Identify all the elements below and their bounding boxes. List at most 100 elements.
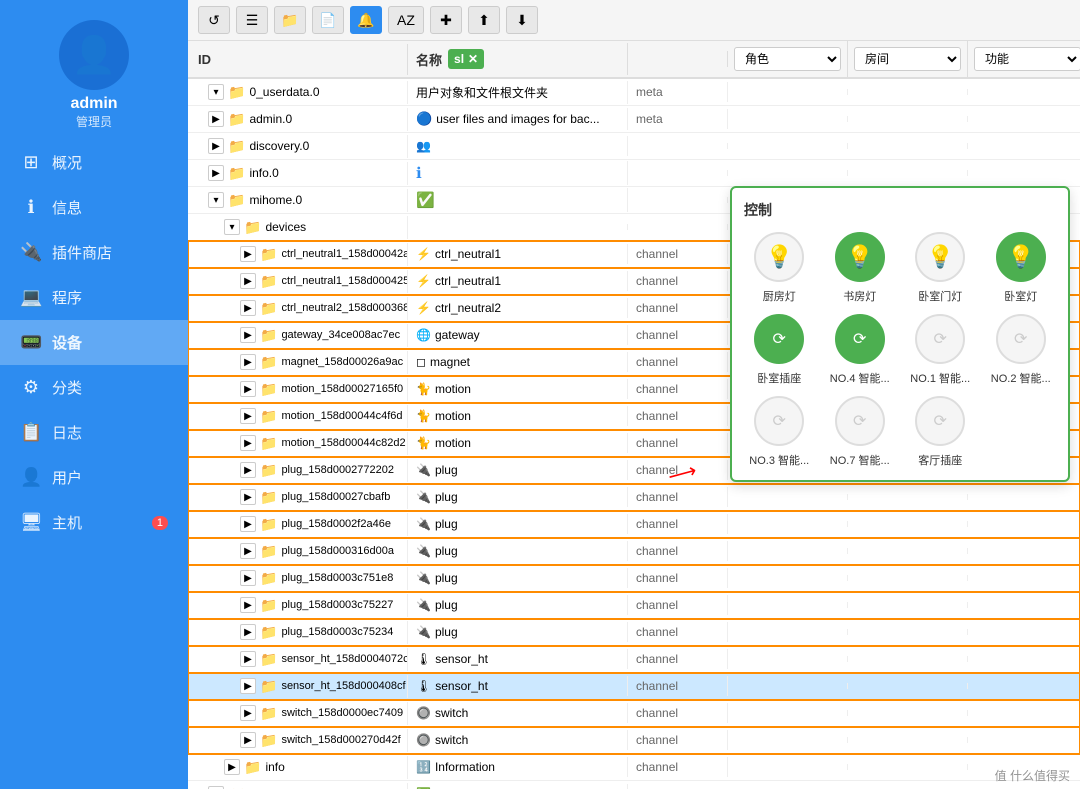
room-filter[interactable]: 房间: [854, 47, 961, 71]
plug-button-2[interactable]: ⟳: [835, 314, 885, 364]
control-item-plug7[interactable]: ⟳ 客厅插座: [905, 396, 976, 468]
expand-button[interactable]: ▶: [240, 516, 256, 532]
plug-button-3[interactable]: ⟳: [915, 314, 965, 364]
plug-button-5[interactable]: ⟳: [754, 396, 804, 446]
cell-id: ▶ 📁 magnet_158d00026a9ac: [188, 351, 408, 374]
expand-button[interactable]: ▶: [208, 165, 224, 181]
sidebar-item-categories[interactable]: ⚙ 分类: [0, 365, 188, 410]
control-item-light4[interactable]: 💡 卧室灯: [986, 232, 1057, 304]
expand-button[interactable]: ▶: [240, 678, 256, 694]
file-button[interactable]: 📄: [312, 6, 344, 34]
folder-icon: 📁: [228, 786, 245, 789]
download-button[interactable]: ⬇: [506, 6, 538, 34]
table-row[interactable]: ▶ 📁 switch_158d0000ec7409 🔘switch channe…: [188, 700, 1080, 727]
sidebar-item-users[interactable]: 👤 用户: [0, 455, 188, 500]
control-popup: 控制 💡 厨房灯 💡 书房灯 💡 卧室门灯: [730, 186, 1070, 482]
table-row[interactable]: ▶ 📁 plug_158d0003c75234 🔌plug channel: [188, 619, 1080, 646]
plug-button-4[interactable]: ⟳: [996, 314, 1046, 364]
plug-button-1[interactable]: ⟳: [754, 314, 804, 364]
cell-type: channel: [628, 244, 728, 264]
cell-func: [968, 710, 1080, 716]
control-item-light3[interactable]: 💡 卧室门灯: [905, 232, 976, 304]
role-filter[interactable]: 角色: [734, 47, 841, 71]
table-row[interactable]: ▶ 📁 switch_158d000270d42f 🔘switch channe…: [188, 727, 1080, 754]
expand-button[interactable]: ▶: [224, 759, 240, 775]
table-row[interactable]: ▶ 📁 plug_158d0002f2a46e 🔌plug channel: [188, 511, 1080, 538]
table-row[interactable]: ▶ 📁 plug_158d000316d00a 🔌plug channel: [188, 538, 1080, 565]
expand-button[interactable]: ▾: [224, 219, 240, 235]
table-row[interactable]: ▶ 📁 info.0 ℹ: [188, 160, 1080, 187]
table-row[interactable]: ▶ 📁 discovery.0 👥: [188, 133, 1080, 160]
cell-name: 🐈motion: [408, 433, 628, 453]
table-row[interactable]: ▶ 📁 info 🔢Information channel: [188, 754, 1080, 781]
cell-room: [848, 683, 968, 689]
expand-button[interactable]: ▶: [208, 138, 224, 154]
plug-label-6: NO.7 智能...: [830, 452, 890, 468]
folder-button[interactable]: 📁: [274, 6, 306, 34]
expand-button[interactable]: ▶: [240, 543, 256, 559]
expand-button[interactable]: ▶: [240, 624, 256, 640]
table-row[interactable]: ▶ 📁 admin.0 🔵 user files and images for …: [188, 106, 1080, 133]
expand-button[interactable]: ▶: [240, 651, 256, 667]
sidebar-item-devices[interactable]: 📟 设备: [0, 320, 188, 365]
row-id-text: plug_158d000316d00a: [281, 545, 394, 557]
list-button[interactable]: ☰: [236, 6, 268, 34]
sidebar-item-overview[interactable]: ⊞ 概况: [0, 140, 188, 185]
add-button[interactable]: ✚: [430, 6, 462, 34]
row-id-text: motion_158d00044c4f6d: [281, 410, 402, 422]
light-button-1[interactable]: 💡: [754, 232, 804, 282]
expand-button[interactable]: ▶: [240, 435, 256, 451]
expand-button[interactable]: ▶: [240, 354, 256, 370]
table-row[interactable]: ▶ 📁 sensor_ht_158d0004072c 🌡sensor_ht ch…: [188, 646, 1080, 673]
expand-button[interactable]: ▾: [208, 84, 224, 100]
light-button-4[interactable]: 💡: [996, 232, 1046, 282]
table-row[interactable]: ▶ 📁 sensor_ht_158d000408cf 🌡sensor_ht ch…: [188, 673, 1080, 700]
notification-button[interactable]: 🔔: [350, 6, 382, 34]
table-row[interactable]: ▶ 📁 plug_158d0003c751e8 🔌plug channel: [188, 565, 1080, 592]
control-item-plug2[interactable]: ⟳ NO.4 智能...: [825, 314, 896, 386]
expand-button[interactable]: ▶: [240, 381, 256, 397]
expand-button[interactable]: ▶: [240, 597, 256, 613]
expand-button[interactable]: ▶: [240, 408, 256, 424]
table-row[interactable]: ▶ 📁 miio.0 ✅: [188, 781, 1080, 789]
light-button-3[interactable]: 💡: [915, 232, 965, 282]
func-filter[interactable]: 功能: [974, 47, 1080, 71]
control-item-plug5[interactable]: ⟳ NO.3 智能...: [744, 396, 815, 468]
expand-button[interactable]: ▶: [240, 705, 256, 721]
control-item-plug4[interactable]: ⟳ NO.2 智能...: [986, 314, 1057, 386]
table-row[interactable]: ▾ 📁 0_userdata.0 用户对象和文件根文件夹 meta: [188, 79, 1080, 106]
expand-button[interactable]: ▾: [208, 192, 224, 208]
sidebar-item-plugins[interactable]: 🔌 插件商店: [0, 230, 188, 275]
expand-button[interactable]: ▶: [240, 732, 256, 748]
upload-button[interactable]: ⬆: [468, 6, 500, 34]
expand-button[interactable]: ▶: [240, 273, 256, 289]
search-close-button[interactable]: ✕: [468, 52, 478, 66]
sidebar-item-hosts[interactable]: 🖥 主机 1: [0, 500, 188, 545]
expand-button[interactable]: ▶: [240, 300, 256, 316]
name-icon: 🔌: [416, 544, 431, 558]
table-row[interactable]: ▶ 📁 plug_158d0003c75227 🔌plug channel: [188, 592, 1080, 619]
expand-button[interactable]: ▶: [240, 327, 256, 343]
control-item-light1[interactable]: 💡 厨房灯: [744, 232, 815, 304]
control-item-plug1[interactable]: ⟳ 卧室插座: [744, 314, 815, 386]
table-row[interactable]: ▶ 📁 plug_158d00027cbafb 🔌plug channel: [188, 484, 1080, 511]
control-item-light2[interactable]: 💡 书房灯: [825, 232, 896, 304]
light-button-2[interactable]: 💡: [835, 232, 885, 282]
expand-button[interactable]: ▶: [208, 111, 224, 127]
plug-button-7[interactable]: ⟳: [915, 396, 965, 446]
expand-button[interactable]: ▶: [240, 570, 256, 586]
sidebar-item-info[interactable]: ℹ 信息: [0, 185, 188, 230]
refresh-button[interactable]: ↺: [198, 6, 230, 34]
expand-button[interactable]: ▶: [240, 489, 256, 505]
expand-button[interactable]: ▶: [240, 462, 256, 478]
sidebar-item-logs[interactable]: 📋 日志: [0, 410, 188, 455]
cell-name: 🔢Information: [408, 757, 628, 777]
expand-button[interactable]: ▶: [240, 246, 256, 262]
sidebar-item-programs[interactable]: 💻 程序: [0, 275, 188, 320]
cell-id: ▶ 📁 motion_158d00044c4f6d: [188, 405, 408, 428]
control-item-plug6[interactable]: ⟳ NO.7 智能...: [825, 396, 896, 468]
cell-type: channel: [628, 379, 728, 399]
az-button[interactable]: AZ: [388, 6, 424, 34]
plug-button-6[interactable]: ⟳: [835, 396, 885, 446]
control-item-plug3[interactable]: ⟳ NO.1 智能...: [905, 314, 976, 386]
